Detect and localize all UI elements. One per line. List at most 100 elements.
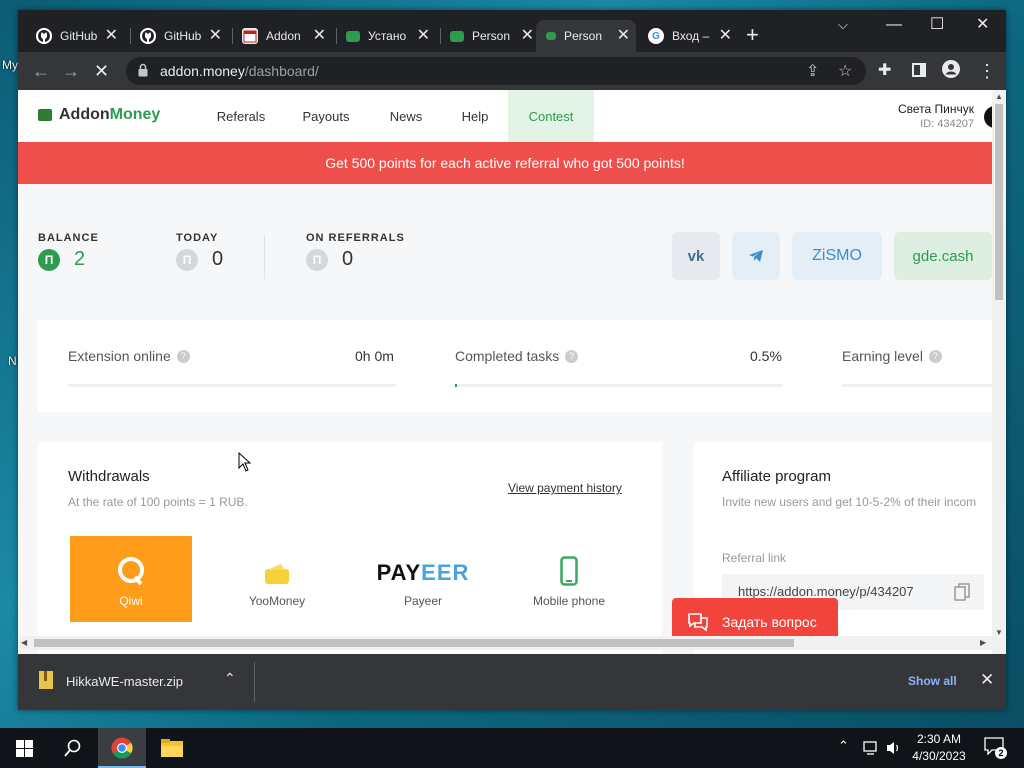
vertical-scrollbar[interactable]: ▲ ▼ xyxy=(992,90,1006,654)
user-name[interactable]: Света Пинчук xyxy=(898,102,974,116)
tab-title: Person xyxy=(564,29,603,43)
new-tab-button[interactable]: + xyxy=(746,22,759,48)
browser-toolbar: ← → ✕ addon.money/dashboard/ ⇪ ☆ ✚ ⋮ xyxy=(18,52,1006,90)
today-label: TODAY xyxy=(176,232,219,244)
forward-icon[interactable]: → xyxy=(62,60,80,82)
gdecash-button[interactable]: gde.cash xyxy=(894,232,992,280)
earning-level-bar xyxy=(842,384,992,387)
wallet-icon xyxy=(450,30,464,42)
payout-payeer[interactable]: PAYEER Payeer xyxy=(362,536,484,622)
scroll-down-arrow-icon[interactable]: ▼ xyxy=(995,628,1003,637)
close-icon[interactable]: ✕ xyxy=(521,26,534,46)
scroll-right-arrow-icon[interactable]: ▶ xyxy=(980,638,986,647)
nav-payouts[interactable]: Payouts xyxy=(294,90,358,142)
extension-online-label: Extension online? xyxy=(68,348,190,364)
avatar[interactable] xyxy=(984,106,992,128)
close-icon[interactable]: ✕ xyxy=(719,26,732,46)
windows-start-icon[interactable] xyxy=(16,740,33,757)
tray-chevron-up-icon[interactable]: ⌃ xyxy=(838,738,849,754)
help-icon[interactable]: ? xyxy=(176,349,190,363)
affiliate-subtitle: Invite new users and get 10-5-2% of thei… xyxy=(722,495,977,509)
close-download-bar-icon[interactable]: ✕ xyxy=(980,670,994,690)
nav-contest[interactable]: Contest xyxy=(508,90,594,142)
zip-file-icon[interactable] xyxy=(38,670,54,690)
tab-addon[interactable]: Addon ✕ xyxy=(232,20,332,52)
lock-icon[interactable] xyxy=(138,63,148,77)
tab-google-login[interactable]: G Вход – ✕ xyxy=(638,20,738,52)
url-text[interactable]: addon.money/dashboard/ xyxy=(160,63,319,79)
divider xyxy=(264,235,265,279)
referral-link-url[interactable]: https://addon.money/p/434207 xyxy=(738,584,914,599)
stop-loading-icon[interactable]: ✕ xyxy=(94,60,109,82)
address-bar[interactable]: addon.money/dashboard/ ⇪ ☆ xyxy=(126,57,866,85)
mobile-phone-icon xyxy=(560,556,578,586)
tab-github-2[interactable]: GitHub ✕ xyxy=(130,20,228,52)
bookmark-star-icon[interactable]: ☆ xyxy=(838,61,852,81)
horizontal-scroll-thumb[interactable] xyxy=(34,639,794,647)
tab-title: Person xyxy=(472,29,511,43)
side-panel-icon[interactable] xyxy=(912,60,926,82)
clock-date: 4/30/2023 xyxy=(912,749,966,763)
close-icon[interactable]: ✕ xyxy=(313,26,326,46)
tab-title: Устано xyxy=(368,29,407,43)
close-icon[interactable]: ✕ xyxy=(617,26,630,46)
scroll-up-arrow-icon[interactable]: ▲ xyxy=(995,92,1003,101)
tab-personal-2-active[interactable]: Person ✕ xyxy=(536,20,636,52)
nav-referals[interactable]: Referals xyxy=(208,90,274,142)
calendar-icon xyxy=(242,28,258,44)
window-close-icon[interactable]: ✕ xyxy=(976,14,989,36)
wallet-icon xyxy=(346,30,360,42)
vertical-scroll-thumb[interactable] xyxy=(995,104,1003,300)
download-filename[interactable]: HikkaWE-master.zip xyxy=(66,674,183,689)
horizontal-scrollbar[interactable]: ◀ ▶ xyxy=(18,636,992,650)
desktop-icon-label[interactable]: N xyxy=(8,354,17,368)
close-icon[interactable]: ✕ xyxy=(417,26,430,46)
notifications-button[interactable]: 2 xyxy=(984,737,1007,759)
desktop-icon-label[interactable]: My xyxy=(2,58,18,72)
nav-news[interactable]: News xyxy=(380,90,432,142)
share-icon[interactable]: ⇪ xyxy=(806,61,819,81)
search-icon[interactable] xyxy=(64,739,82,757)
file-explorer-icon[interactable] xyxy=(160,738,184,758)
copy-icon[interactable] xyxy=(954,583,970,601)
tab-personal-1[interactable]: Person ✕ xyxy=(440,20,540,52)
tasks-progress-bar xyxy=(455,384,783,387)
extensions-puzzle-icon[interactable]: ✚ xyxy=(878,60,891,82)
menu-kebab-icon[interactable]: ⋮ xyxy=(978,60,996,82)
close-icon[interactable]: ✕ xyxy=(105,26,118,46)
profile-icon[interactable] xyxy=(942,60,960,83)
referral-link-label: Referral link xyxy=(722,551,787,565)
payeer-logo-icon: PAYEER xyxy=(376,560,470,585)
minimize-icon[interactable]: — xyxy=(886,14,902,36)
site-logo[interactable]: Addon Money xyxy=(38,106,160,124)
taskbar-clock[interactable]: 2:30 AM 4/30/2023 xyxy=(898,731,980,765)
telegram-icon xyxy=(749,250,763,262)
zismo-button[interactable]: ZiSMO xyxy=(792,232,882,280)
tab-title: Addon xyxy=(266,29,301,43)
yoomoney-wallet-icon xyxy=(265,564,289,584)
tab-search-icon[interactable]: ⌵ xyxy=(838,14,848,36)
close-icon[interactable]: ✕ xyxy=(209,26,222,46)
payment-history-link[interactable]: View payment history xyxy=(508,481,622,495)
nav-help[interactable]: Help xyxy=(450,90,500,142)
taskbar-chrome-button[interactable] xyxy=(98,728,146,768)
scroll-left-arrow-icon[interactable]: ◀ xyxy=(21,638,27,647)
completed-tasks-value: 0.5% xyxy=(750,348,782,364)
payout-mobile-phone[interactable]: Mobile phone xyxy=(508,536,630,622)
help-icon[interactable]: ? xyxy=(565,349,579,363)
show-all-button[interactable]: Show all xyxy=(908,674,957,688)
maximize-icon[interactable]: ☐ xyxy=(930,14,944,36)
vk-button[interactable]: vk xyxy=(672,232,720,280)
payout-yoomoney[interactable]: YooMoney xyxy=(216,536,338,622)
help-icon[interactable]: ? xyxy=(928,349,942,363)
payout-qiwi[interactable]: Qiwi xyxy=(70,536,192,622)
chevron-up-icon[interactable]: ⌃ xyxy=(224,670,236,687)
network-icon[interactable] xyxy=(862,740,880,756)
logo-text-money: Money xyxy=(109,106,161,123)
back-icon[interactable]: ← xyxy=(32,60,50,82)
tab-ustanovka[interactable]: Устано ✕ xyxy=(336,20,436,52)
balance-value: 2 xyxy=(74,248,86,270)
telegram-button[interactable] xyxy=(732,232,780,280)
tab-github-1[interactable]: GitHub ✕ xyxy=(26,20,124,52)
browser-window: GitHub ✕ GitHub ✕ Addon ✕ Устано ✕ Perso… xyxy=(18,10,1006,710)
